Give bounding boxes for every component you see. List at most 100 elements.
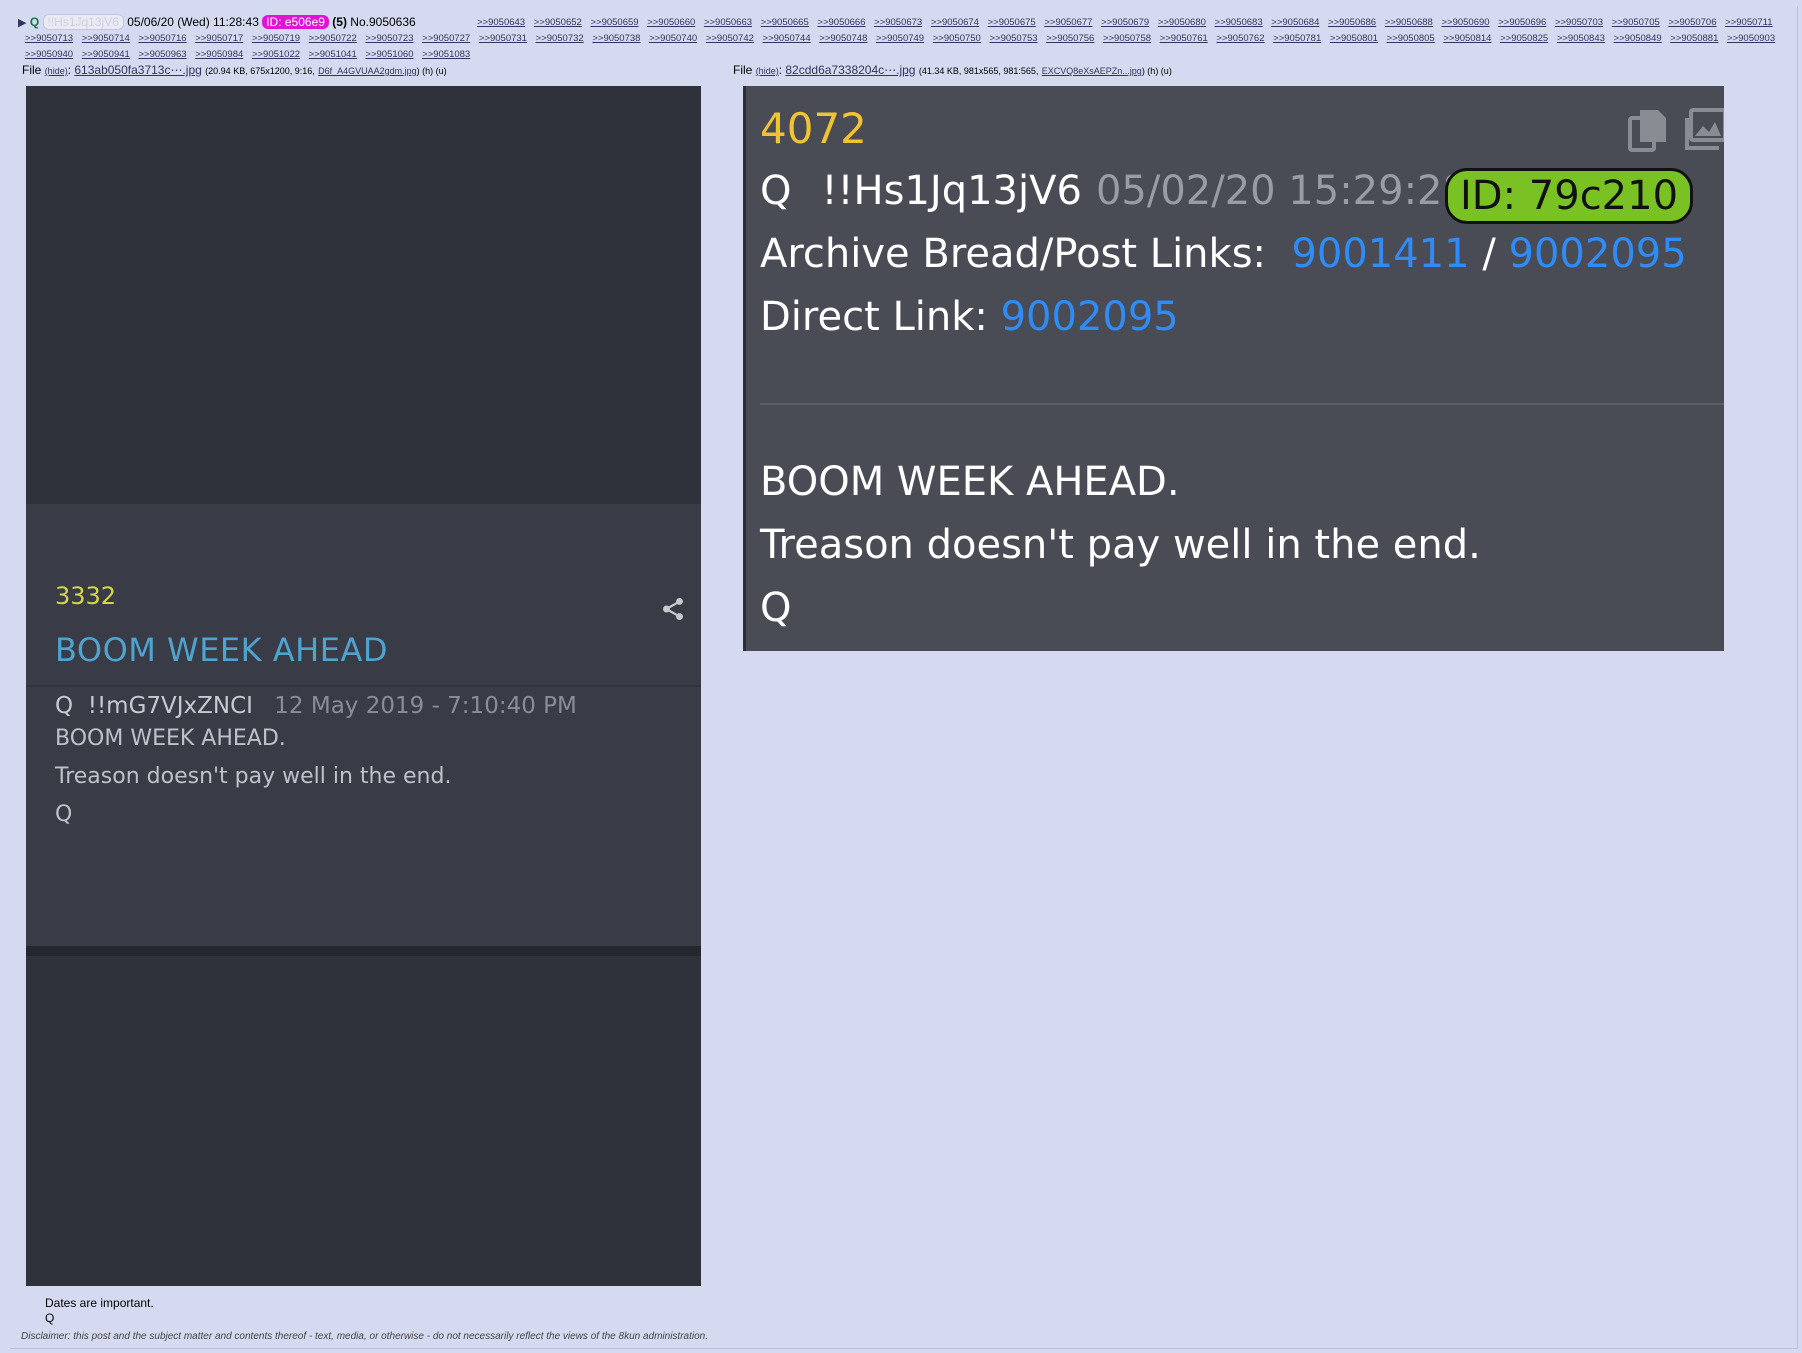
file-tail[interactable]: ) (h) (u) bbox=[1142, 66, 1172, 76]
drop-number: 3332 bbox=[55, 582, 117, 610]
backlink[interactable]: >>9050684 bbox=[1271, 17, 1319, 28]
backlink[interactable]: >>9050723 bbox=[365, 33, 413, 44]
backlink[interactable]: >>9050713 bbox=[25, 33, 73, 44]
backlink[interactable]: >>9050696 bbox=[1498, 17, 1546, 28]
archive-link: 9002095 bbox=[1508, 231, 1687, 277]
original-filename-link[interactable]: D6f_A4GVUAA2gdm.jpg bbox=[318, 66, 417, 76]
backlink[interactable]: >>9050849 bbox=[1614, 33, 1662, 44]
backlink[interactable]: >>9050722 bbox=[309, 33, 357, 44]
direct-link: 9002095 bbox=[1000, 294, 1179, 340]
backlink[interactable]: >>9050801 bbox=[1330, 33, 1378, 44]
backlink[interactable]: >>9050674 bbox=[931, 17, 979, 28]
share-icon bbox=[663, 597, 683, 621]
backlink[interactable]: >>9050714 bbox=[82, 33, 130, 44]
archive-links-row: Archive Bread/Post Links: 9001411 / 9002… bbox=[760, 231, 1687, 277]
backlink[interactable]: >>9050703 bbox=[1555, 17, 1603, 28]
backlink[interactable]: >>9050903 bbox=[1727, 33, 1775, 44]
backlink[interactable]: >>9050748 bbox=[819, 33, 867, 44]
backlink[interactable]: >>9050659 bbox=[590, 17, 638, 28]
drop-title: BOOM WEEK AHEAD bbox=[55, 631, 388, 669]
file-meta: (20.94 KB, 675x1200, 9:16, bbox=[205, 66, 315, 76]
drop-date: 05/02/20 15:29:28 bbox=[1095, 168, 1468, 214]
backlink[interactable]: >>9050719 bbox=[252, 33, 300, 44]
drop-date: 12 May 2019 - 7:10:40 PM bbox=[274, 693, 577, 719]
original-filename-link[interactable]: EXCVQ8eXsAEPZn...jpg bbox=[1042, 66, 1142, 76]
attached-image-left[interactable]: 3332 BOOM WEEK AHEAD Q !!mG7VJxZNCI 12 M… bbox=[26, 86, 701, 1286]
backlink[interactable]: >>9050716 bbox=[138, 33, 186, 44]
backlink[interactable]: >>9050706 bbox=[1668, 17, 1716, 28]
drop-author: Q bbox=[760, 168, 792, 214]
backlink[interactable]: >>9050666 bbox=[817, 17, 865, 28]
archive-label: Archive Bread/Post Links: bbox=[760, 231, 1267, 277]
drop-header: Q !!Hs1Jq13jV6 05/02/20 15:29:28 bbox=[760, 168, 1468, 214]
backlink[interactable]: >>9050881 bbox=[1670, 33, 1718, 44]
backlink[interactable]: >>9050781 bbox=[1273, 33, 1321, 44]
drop-body: BOOM WEEK AHEAD. Treason doesn't pay wel… bbox=[55, 720, 451, 834]
backlink[interactable]: >>9050940 bbox=[25, 49, 73, 60]
backlink[interactable]: >>9050731 bbox=[479, 33, 527, 44]
drop-author: Q bbox=[55, 693, 74, 719]
backlink[interactable]: >>9050679 bbox=[1101, 17, 1149, 28]
backlink[interactable]: >>9050984 bbox=[195, 49, 243, 60]
backlink[interactable]: >>9051041 bbox=[309, 49, 357, 60]
direct-link-row: Direct Link: 9002095 bbox=[760, 294, 1179, 340]
image-border bbox=[743, 86, 746, 651]
backlink[interactable]: >>9050660 bbox=[647, 17, 695, 28]
backlink[interactable]: >>9050738 bbox=[592, 33, 640, 44]
backlink[interactable]: >>9050805 bbox=[1387, 33, 1435, 44]
drop-id-badge: ID: 79c210 bbox=[1445, 168, 1694, 224]
backlink[interactable]: >>9050750 bbox=[933, 33, 981, 44]
backlink[interactable]: >>9050680 bbox=[1158, 17, 1206, 28]
backlink[interactable]: >>9050744 bbox=[763, 33, 811, 44]
body-line: BOOM WEEK AHEAD. bbox=[760, 459, 1180, 505]
backlink[interactable]: >>9050686 bbox=[1328, 17, 1376, 28]
backlink[interactable]: >>9050690 bbox=[1441, 17, 1489, 28]
backlink[interactable]: >>9050673 bbox=[874, 17, 922, 28]
backlink[interactable]: >>9050756 bbox=[1046, 33, 1094, 44]
backlink[interactable]: >>9050753 bbox=[989, 33, 1037, 44]
backlink[interactable]: >>9050749 bbox=[876, 33, 924, 44]
backlink[interactable]: >>9050814 bbox=[1443, 33, 1491, 44]
backlink[interactable]: >>9050665 bbox=[761, 17, 809, 28]
backlink[interactable]: >>9050825 bbox=[1500, 33, 1548, 44]
direct-label: Direct Link: bbox=[760, 294, 988, 340]
file-name-link[interactable]: 613ab050fa3713c⋯.jpg bbox=[74, 63, 201, 77]
divider bbox=[760, 403, 1724, 405]
backlink[interactable]: >>9051083 bbox=[422, 49, 470, 60]
backlink[interactable]: >>9050663 bbox=[704, 17, 752, 28]
backlink[interactable]: >>9050677 bbox=[1044, 17, 1092, 28]
backlink[interactable]: >>9050742 bbox=[706, 33, 754, 44]
attached-image-right[interactable]: 4072 Q !!Hs1Jq13jV6 05/02/20 15:29:28 ID: … bbox=[743, 86, 1724, 651]
hide-link[interactable]: (hide) bbox=[756, 66, 779, 76]
message-line: Q bbox=[45, 1311, 55, 1325]
file-name-link[interactable]: 82cdd6a7338204c⋯.jpg bbox=[785, 63, 915, 77]
backlink[interactable]: >>9051060 bbox=[365, 49, 413, 60]
backlink[interactable]: >>9050727 bbox=[422, 33, 470, 44]
backlink[interactable]: >>9050963 bbox=[138, 49, 186, 60]
drop-trip: !!mG7VJxZNCI bbox=[87, 693, 253, 719]
file-label: File bbox=[22, 63, 42, 77]
backlink[interactable]: >>9050717 bbox=[195, 33, 243, 44]
hide-link[interactable]: (hide) bbox=[45, 66, 68, 76]
backlink[interactable]: >>9050643 bbox=[477, 17, 525, 28]
backlink[interactable]: >>9050675 bbox=[988, 17, 1036, 28]
backlink[interactable]: >>9050761 bbox=[1160, 33, 1208, 44]
backlink[interactable]: >>9050762 bbox=[1216, 33, 1264, 44]
file-info-right: File (hide): 82cdd6a7338204c⋯.jpg (41.34… bbox=[733, 63, 1172, 77]
backlink[interactable]: >>9050758 bbox=[1103, 33, 1151, 44]
backlink[interactable]: >>9050683 bbox=[1215, 17, 1263, 28]
backlink[interactable]: >>9050740 bbox=[649, 33, 697, 44]
backlink[interactable]: >>9050843 bbox=[1557, 33, 1605, 44]
backlink[interactable]: >>9050711 bbox=[1725, 17, 1772, 28]
file-tail[interactable]: ) (h) (u) bbox=[417, 66, 447, 76]
drop-meta: Q !!mG7VJxZNCI 12 May 2019 - 7:10:40 PM bbox=[55, 693, 577, 719]
backlink[interactable]: >>9050705 bbox=[1612, 17, 1660, 28]
backlink[interactable]: >>9050941 bbox=[82, 49, 130, 60]
backlink[interactable]: >>9050688 bbox=[1385, 17, 1433, 28]
backlink[interactable]: >>9050732 bbox=[536, 33, 584, 44]
body-line: Treason doesn't pay well in the end. bbox=[55, 764, 452, 789]
backlinks-list: >>9050643 >>9050652 >>9050659 >>9050660 … bbox=[25, 15, 1795, 63]
backlink[interactable]: >>9050652 bbox=[534, 17, 582, 28]
backlink[interactable]: >>9051022 bbox=[252, 49, 300, 60]
file-info-left: File (hide): 613ab050fa3713c⋯.jpg (20.94… bbox=[22, 63, 447, 77]
